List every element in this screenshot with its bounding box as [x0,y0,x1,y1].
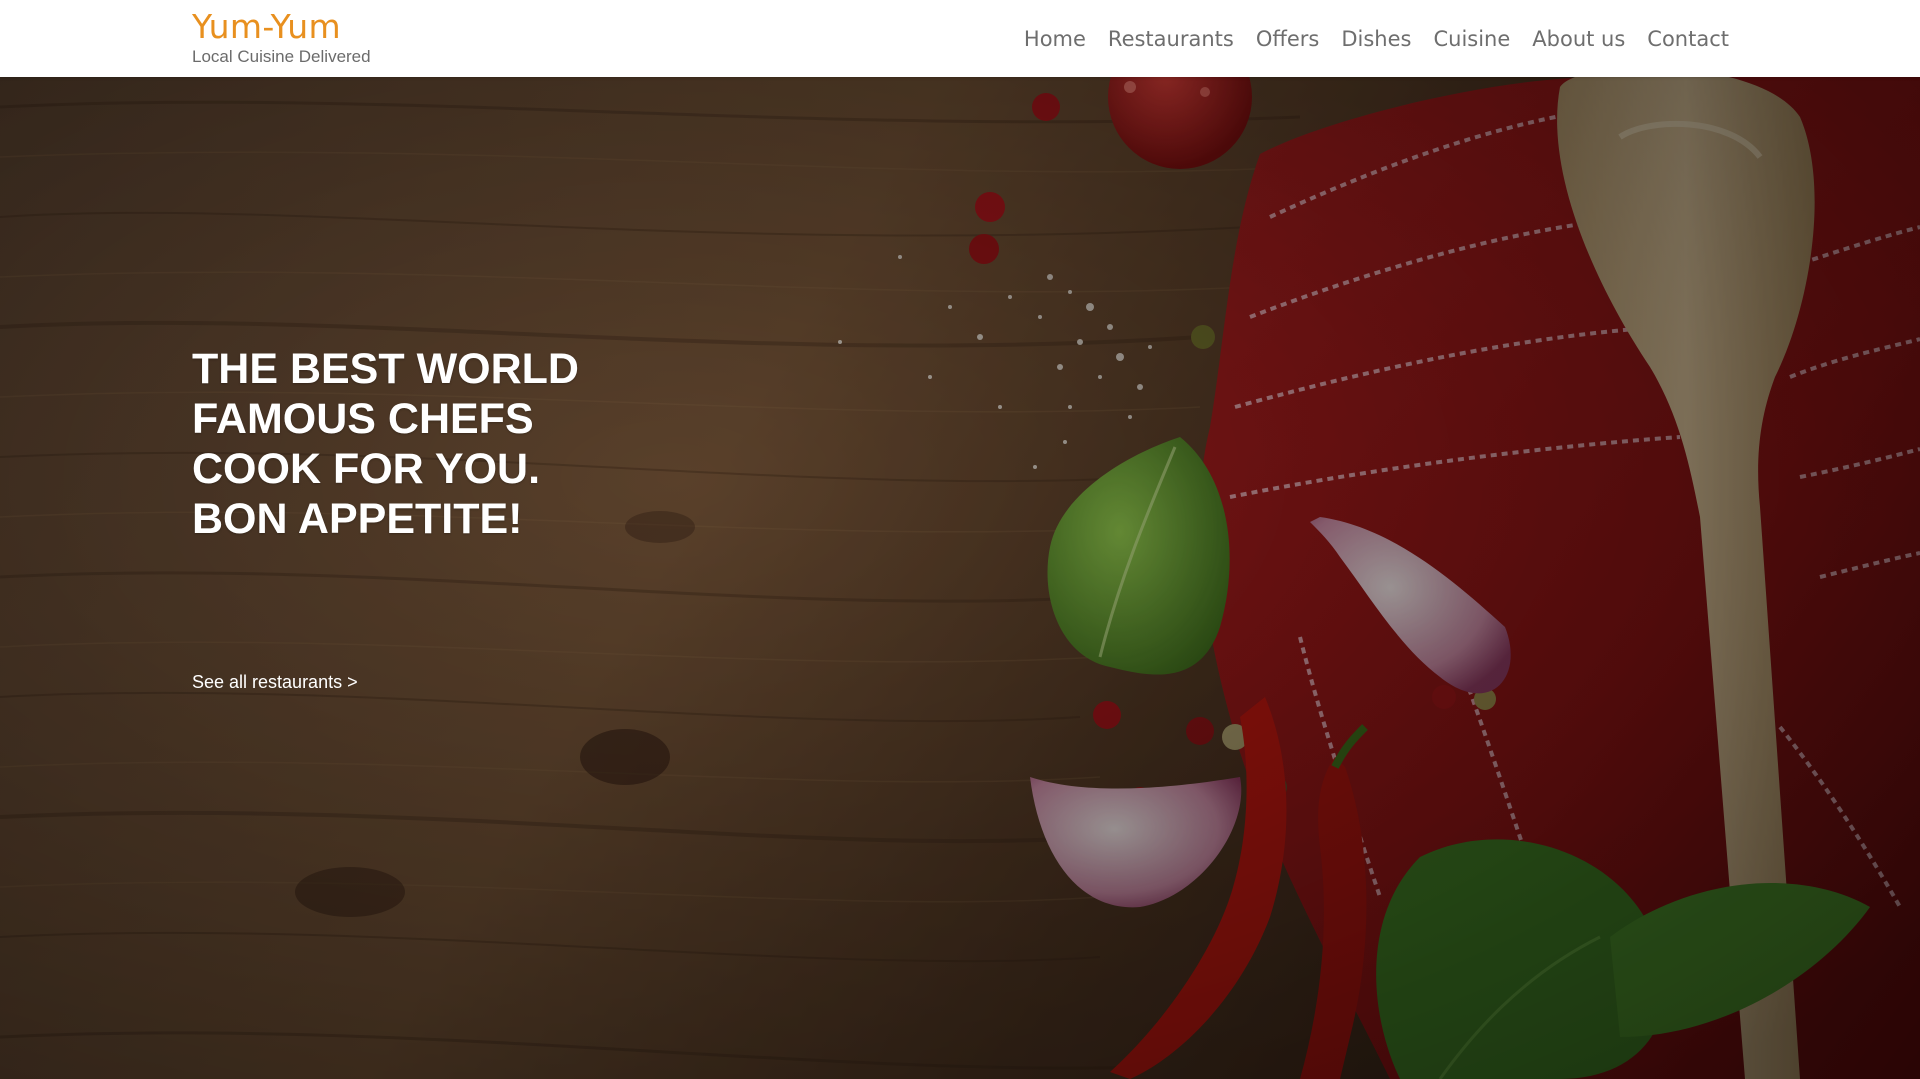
brand-name: Yum-Yum [192,7,341,46]
nav-restaurants[interactable]: Restaurants [1097,24,1245,54]
hero-title: THE BEST WORLD FAMOUS CHEFS COOK FOR YOU… [192,345,579,543]
site-header: Yum-Yum Local Cuisine Delivered Home Res… [0,0,1920,77]
see-all-restaurants-link[interactable]: See all restaurants > [192,671,358,693]
nav-contact[interactable]: Contact [1636,24,1729,54]
nav-dishes[interactable]: Dishes [1330,24,1422,54]
hero-overlay [0,77,1920,1079]
hero-section: THE BEST WORLD FAMOUS CHEFS COOK FOR YOU… [0,77,1920,1079]
brand-tagline: Local Cuisine Delivered [192,47,371,66]
brand-logo[interactable]: Yum-Yum Local Cuisine Delivered [192,8,371,67]
nav-offers[interactable]: Offers [1245,24,1331,54]
nav-home[interactable]: Home [1013,24,1097,54]
nav-cuisine[interactable]: Cuisine [1422,24,1521,54]
nav-about-us[interactable]: About us [1521,24,1636,54]
main-nav: Home Restaurants Offers Dishes Cuisine A… [1013,24,1729,54]
